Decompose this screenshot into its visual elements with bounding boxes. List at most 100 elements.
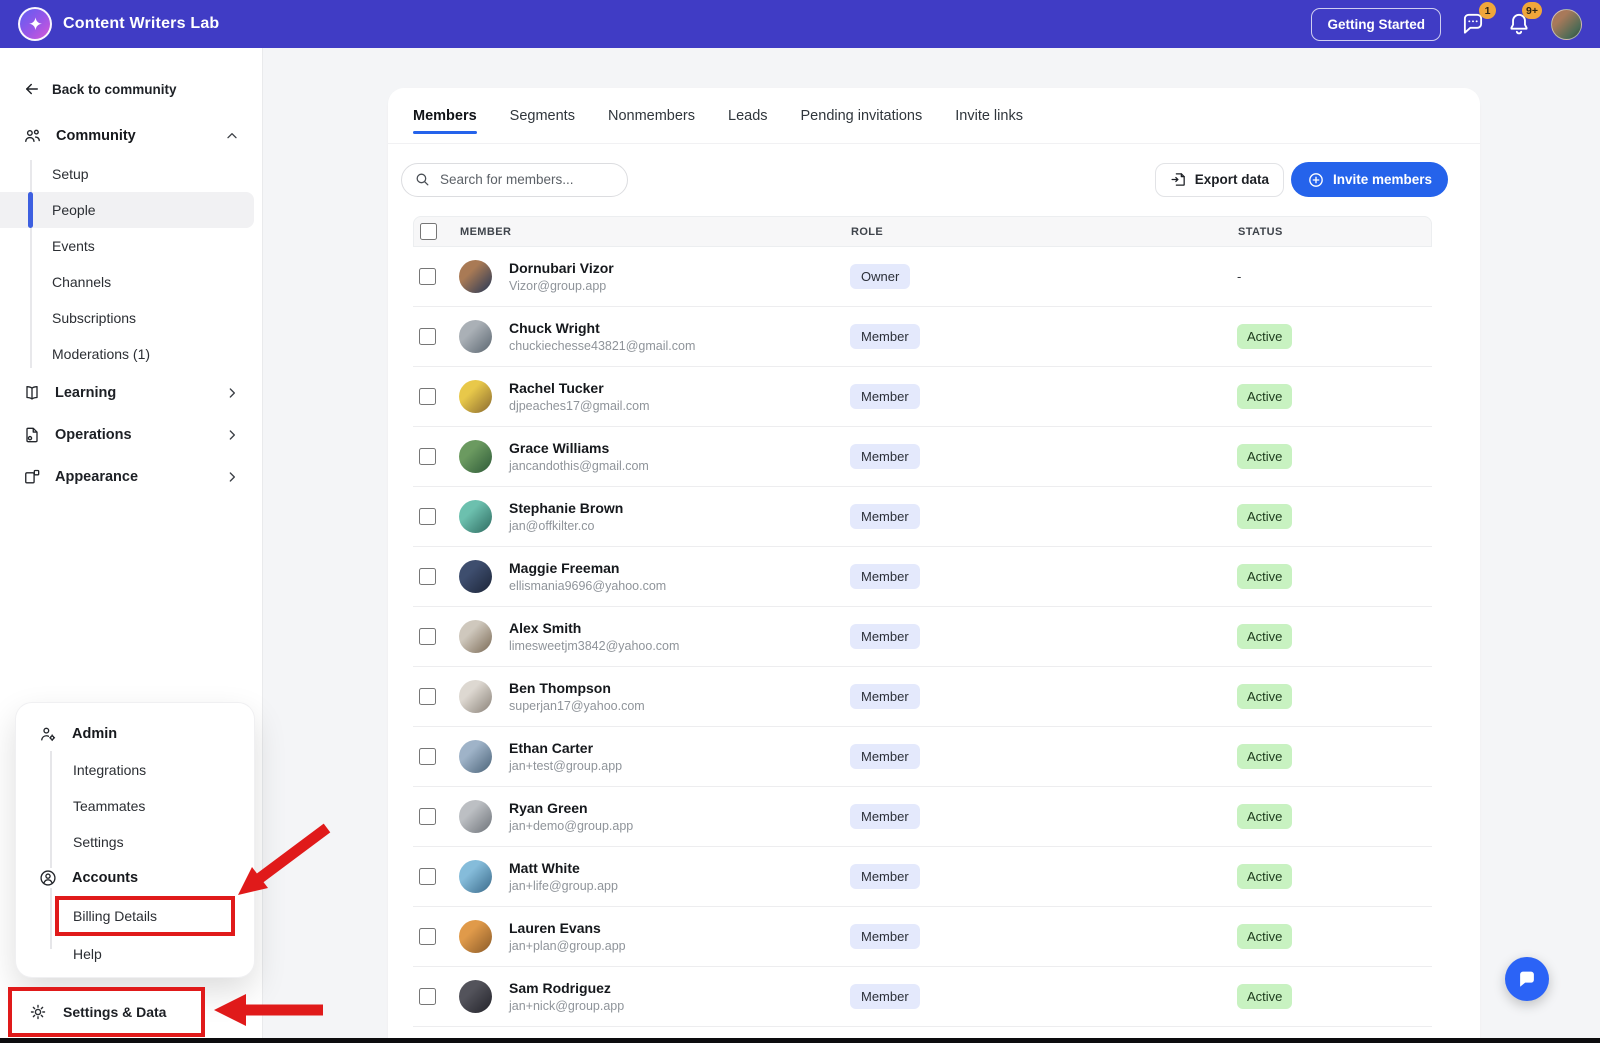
accounts-label: Accounts <box>72 870 138 886</box>
row-checkbox[interactable] <box>419 568 436 585</box>
table-row[interactable]: Maggie Freeman ellismania9696@yahoo.com … <box>413 547 1432 607</box>
member-name: Chuck Wright <box>509 319 695 337</box>
table-row[interactable]: Lauren Evans jan+plan@group.app Member A… <box>413 907 1432 967</box>
tab-pending-invitations[interactable]: Pending invitations <box>801 88 923 143</box>
menu-item-integrations[interactable]: Integrations <box>16 752 254 788</box>
export-data-button[interactable]: Export data <box>1155 163 1284 197</box>
table-row[interactable]: Dornubari Vizor Vizor@group.app Owner - <box>413 247 1432 307</box>
status-badge: Active <box>1237 984 1292 1009</box>
user-avatar[interactable] <box>1551 9 1582 40</box>
role-badge: Member <box>850 684 920 709</box>
table-row[interactable]: Grace Williams jancandothis@gmail.com Me… <box>413 427 1432 487</box>
select-all-checkbox[interactable] <box>420 223 437 240</box>
table-row[interactable]: Ethan Carter jan+test@group.app Member A… <box>413 727 1432 787</box>
chevron-right-icon <box>224 385 240 401</box>
back-to-community-link[interactable]: Back to community <box>0 48 262 98</box>
row-checkbox[interactable] <box>419 868 436 885</box>
member-name: Dornubari Vizor <box>509 259 614 277</box>
topbar: Content Writers Lab Getting Started 1 9+ <box>0 0 1600 48</box>
member-name: Maggie Freeman <box>509 559 666 577</box>
member-email: jan@offkilter.co <box>509 518 623 534</box>
role-badge: Member <box>850 804 920 829</box>
member-name: Sam Rodriguez <box>509 979 624 997</box>
role-badge: Member <box>850 384 920 409</box>
sidebar-section-learning[interactable]: Learning <box>0 372 262 414</box>
row-checkbox[interactable] <box>419 928 436 945</box>
menu-item-settings[interactable]: Settings <box>16 824 254 860</box>
tab-invite-links[interactable]: Invite links <box>955 88 1023 143</box>
table-row[interactable]: Alex Smith limesweetjm3842@yahoo.com Mem… <box>413 607 1432 667</box>
sidebar-item-subscriptions[interactable]: Subscriptions <box>0 300 262 336</box>
table-row[interactable]: Stephanie Brown jan@offkilter.co Member … <box>413 487 1432 547</box>
sidebar-item-channels[interactable]: Channels <box>0 264 262 300</box>
member-name: Ryan Green <box>509 799 633 817</box>
row-checkbox[interactable] <box>419 688 436 705</box>
member-name: Lauren Evans <box>509 919 626 937</box>
column-header-member: MEMBER <box>460 226 851 238</box>
menu-item-help[interactable]: Help <box>16 936 254 972</box>
row-checkbox[interactable] <box>419 328 436 345</box>
row-checkbox[interactable] <box>419 448 436 465</box>
table-row[interactable]: Ben Thompson superjan17@yahoo.com Member… <box>413 667 1432 727</box>
getting-started-button[interactable]: Getting Started <box>1311 8 1441 41</box>
document-arrow-icon <box>1170 171 1187 188</box>
table-row[interactable]: Chuck Wright chuckiechesse43821@gmail.co… <box>413 307 1432 367</box>
community-logo[interactable] <box>18 7 52 41</box>
admin-menu-group-accounts[interactable]: Accounts <box>16 860 254 896</box>
sidebar-item-setup[interactable]: Setup <box>0 156 262 192</box>
role-badge: Member <box>850 504 920 529</box>
row-checkbox[interactable] <box>419 628 436 645</box>
row-checkbox[interactable] <box>419 808 436 825</box>
tab-leads[interactable]: Leads <box>728 88 768 143</box>
sidebar-item-people[interactable]: People <box>0 192 254 228</box>
learning-label: Learning <box>55 385 116 401</box>
admin-menu-group-admin[interactable]: Admin <box>16 716 254 752</box>
avatar <box>459 260 492 293</box>
row-checkbox[interactable] <box>419 988 436 1005</box>
member-email: Vizor@group.app <box>509 278 614 294</box>
role-badge: Member <box>850 564 920 589</box>
invite-members-button[interactable]: Invite members <box>1291 162 1448 197</box>
tab-nonmembers[interactable]: Nonmembers <box>608 88 695 143</box>
tabs: Members Segments Nonmembers Leads Pending in… <box>388 88 1480 144</box>
row-checkbox[interactable] <box>419 388 436 405</box>
avatar <box>459 860 492 893</box>
sidebar-section-appearance[interactable]: Appearance <box>0 456 262 498</box>
table-row[interactable]: Ryan Green jan+demo@group.app Member Act… <box>413 787 1432 847</box>
sidebar-section-community[interactable]: Community <box>0 120 262 152</box>
back-arrow-icon <box>23 80 41 98</box>
table-row[interactable]: Matt White jan+life@group.app Member Act… <box>413 847 1432 907</box>
sidebar-item-events[interactable]: Events <box>0 228 262 264</box>
settings-data-link[interactable]: Settings & Data <box>63 1004 166 1020</box>
member-email: jan+life@group.app <box>509 878 618 894</box>
menu-item-teammates[interactable]: Teammates <box>16 788 254 824</box>
tab-segments[interactable]: Segments <box>510 88 575 143</box>
avatar <box>459 320 492 353</box>
row-checkbox[interactable] <box>419 748 436 765</box>
table-row[interactable]: Sam Rodriguez jan+nick@group.app Member … <box>413 967 1432 1027</box>
role-badge: Member <box>850 444 920 469</box>
role-badge: Member <box>850 924 920 949</box>
plus-circle-icon <box>1307 171 1325 189</box>
tab-members[interactable]: Members <box>413 88 477 143</box>
row-checkbox[interactable] <box>419 268 436 285</box>
sidebar-section-operations[interactable]: Operations <box>0 414 262 456</box>
menu-item-billing-details[interactable]: Billing Details <box>73 908 157 924</box>
column-header-status: STATUS <box>1238 226 1431 238</box>
main-content-card: Members Segments Nonmembers Leads Pending in… <box>388 88 1480 1043</box>
messages-button[interactable]: 1 <box>1459 10 1487 38</box>
table-row[interactable]: Rachel Tucker djpeaches17@gmail.com Memb… <box>413 367 1432 427</box>
person-circle-icon <box>38 868 58 888</box>
search-members-input[interactable] <box>440 172 615 187</box>
magnifier-icon <box>414 171 431 188</box>
chevron-right-icon <box>224 427 240 443</box>
avatar <box>459 740 492 773</box>
member-email: chuckiechesse43821@gmail.com <box>509 338 695 354</box>
avatar <box>459 380 492 413</box>
member-email: jan+nick@group.app <box>509 998 624 1014</box>
member-name: Ethan Carter <box>509 739 622 757</box>
sidebar-item-moderations-1[interactable]: Moderations (1) <box>0 336 262 372</box>
row-checkbox[interactable] <box>419 508 436 525</box>
notifications-button[interactable]: 9+ <box>1505 10 1533 38</box>
chat-launcher-button[interactable] <box>1505 957 1549 1001</box>
